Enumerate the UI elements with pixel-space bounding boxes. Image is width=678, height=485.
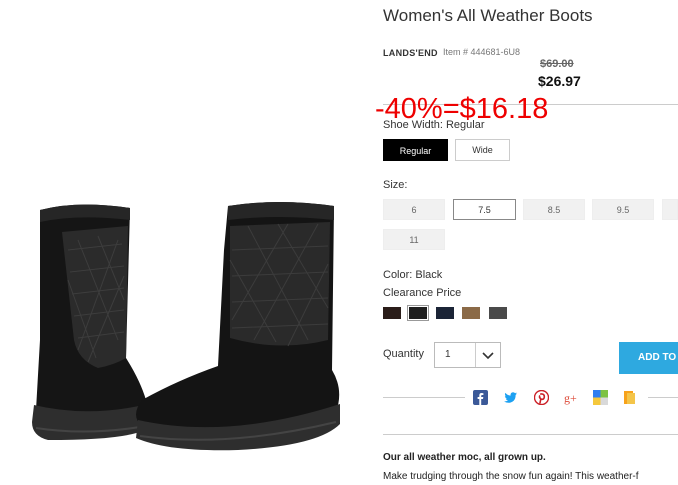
svg-text:g+: g+	[564, 391, 577, 405]
swatch-gray[interactable]	[489, 307, 507, 319]
delicious-icon[interactable]	[593, 390, 608, 405]
quantity-divider	[475, 343, 476, 367]
description-headline: Our all weather moc, all grown up.	[383, 452, 546, 463]
width-option-regular[interactable]: Regular	[383, 139, 448, 161]
chevron-down-icon[interactable]	[479, 345, 497, 365]
quantity-select[interactable]: 1	[434, 342, 501, 368]
clearance-label: Clearance Price	[383, 287, 462, 299]
size-option-next[interactable]	[662, 199, 678, 220]
bookmark-icon[interactable]	[622, 390, 637, 405]
swatch-brown-black[interactable]	[383, 307, 401, 319]
description-text: Make trudging through the snow fun again…	[383, 471, 639, 482]
original-price: $69.00	[540, 58, 574, 70]
product-title: Women's All Weather Boots	[383, 6, 593, 25]
share-divider-left	[383, 397, 465, 398]
twitter-icon[interactable]	[503, 390, 518, 405]
product-image	[32, 202, 340, 451]
sale-price: $26.97	[538, 73, 581, 89]
swatch-black-selected[interactable]	[407, 305, 429, 321]
size-option-8-5[interactable]: 8.5	[523, 199, 585, 220]
size-option-7-5[interactable]: 7.5	[453, 199, 516, 220]
quantity-label: Quantity	[383, 348, 424, 360]
divider	[383, 434, 678, 435]
pinterest-icon[interactable]	[534, 390, 549, 405]
size-option-9-5[interactable]: 9.5	[592, 199, 654, 220]
left-boot-image	[32, 204, 150, 440]
share-divider-right	[648, 397, 678, 398]
brand-logo: LANDS'END	[383, 48, 438, 58]
size-label: Size:	[383, 179, 408, 191]
width-option-wide[interactable]: Wide	[455, 139, 510, 161]
size-option-11[interactable]: 11	[383, 229, 445, 250]
google-plus-icon[interactable]: g+	[564, 390, 579, 405]
right-boot-image	[136, 202, 340, 451]
add-to-cart-button[interactable]: ADD TO	[619, 342, 678, 374]
promo-price-overlay: -40%=$16.18	[375, 93, 549, 125]
size-option-6[interactable]: 6	[383, 199, 445, 220]
swatch-navy[interactable]	[436, 307, 454, 319]
facebook-icon[interactable]	[473, 390, 488, 405]
item-number: Item # 444681-6U8	[443, 47, 521, 57]
quantity-value: 1	[445, 349, 451, 360]
color-label: Color: Black	[383, 269, 443, 281]
swatch-tan[interactable]	[462, 307, 480, 319]
